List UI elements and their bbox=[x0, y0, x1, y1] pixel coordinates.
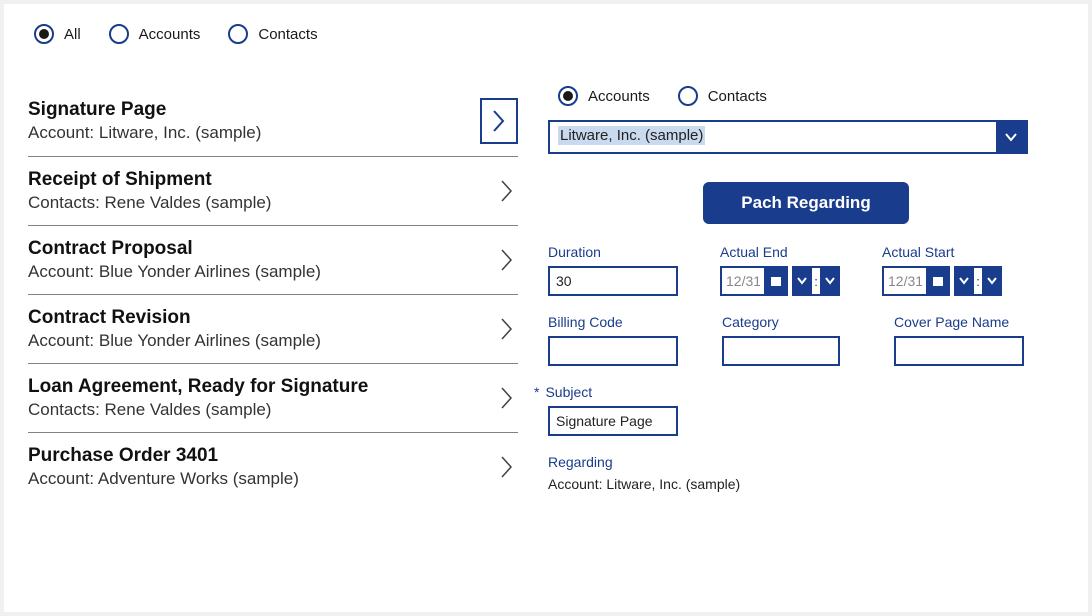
list-item-text: Receipt of Shipment Contacts: Rene Valde… bbox=[28, 169, 271, 213]
date-group: : bbox=[882, 266, 1002, 296]
duration-input[interactable] bbox=[548, 266, 678, 296]
dropdown-value: Litware, Inc. (sample) bbox=[550, 122, 996, 152]
actual-start-date-input[interactable] bbox=[882, 266, 926, 296]
billing-code-input[interactable] bbox=[548, 336, 678, 366]
app-root: All Accounts Contacts Signature Page Acc… bbox=[4, 4, 1088, 612]
radio-icon bbox=[109, 24, 129, 44]
detail-filter-accounts[interactable]: Accounts bbox=[558, 86, 650, 106]
list-item-title: Purchase Order 3401 bbox=[28, 445, 299, 467]
detail-filter-contacts[interactable]: Contacts bbox=[678, 86, 767, 106]
list-item-sub: Account: Litware, Inc. (sample) bbox=[28, 123, 261, 143]
filter-label: Accounts bbox=[588, 88, 650, 105]
list-item-sub: Contacts: Rene Valdes (sample) bbox=[28, 193, 271, 213]
dropdown-selected-text: Litware, Inc. (sample) bbox=[558, 126, 705, 145]
billing-code-field: Billing Code bbox=[548, 314, 678, 366]
list-item-sub: Account: Blue Yonder Airlines (sample) bbox=[28, 262, 321, 282]
regarding-value: Account: Litware, Inc. (sample) bbox=[548, 476, 1064, 492]
account-dropdown[interactable]: Litware, Inc. (sample) bbox=[548, 120, 1028, 154]
list-item-sub: Account: Blue Yonder Airlines (sample) bbox=[28, 331, 321, 351]
category-input[interactable] bbox=[722, 336, 840, 366]
list-item[interactable]: Loan Agreement, Ready for Signature Cont… bbox=[28, 364, 518, 433]
chevron-right-icon[interactable] bbox=[480, 98, 518, 144]
detail-pane: Accounts Contacts Litware, Inc. (sample)… bbox=[548, 86, 1064, 501]
minute-select[interactable] bbox=[982, 266, 1002, 296]
chevron-right-icon bbox=[496, 176, 518, 206]
filter-label: Accounts bbox=[139, 26, 201, 43]
radio-icon bbox=[678, 86, 698, 106]
cover-page-name-field: Cover Page Name bbox=[894, 314, 1024, 366]
chevron-right-icon bbox=[496, 383, 518, 413]
category-field: Category bbox=[722, 314, 840, 366]
field-label: Actual End bbox=[720, 244, 840, 260]
calendar-icon[interactable] bbox=[764, 266, 788, 296]
fields-row-2: Billing Code Category Cover Page Name bbox=[548, 314, 1064, 366]
radio-icon bbox=[228, 24, 248, 44]
list-item-sub: Account: Adventure Works (sample) bbox=[28, 469, 299, 489]
fields-row-1: Duration Actual End : bbox=[548, 244, 1064, 296]
list-item-text: Signature Page Account: Litware, Inc. (s… bbox=[28, 99, 261, 143]
chevron-right-icon bbox=[496, 452, 518, 482]
list-item-title: Receipt of Shipment bbox=[28, 169, 271, 191]
list-item[interactable]: Receipt of Shipment Contacts: Rene Valde… bbox=[28, 157, 518, 226]
time-separator: : bbox=[974, 266, 982, 296]
field-label: Duration bbox=[548, 244, 678, 260]
time-separator: : bbox=[812, 266, 820, 296]
list-item-text: Contract Revision Account: Blue Yonder A… bbox=[28, 307, 321, 351]
filter-all[interactable]: All bbox=[34, 24, 81, 44]
hour-select[interactable] bbox=[954, 266, 974, 296]
list-item-title: Contract Revision bbox=[28, 307, 321, 329]
list-item[interactable]: Contract Revision Account: Blue Yonder A… bbox=[28, 295, 518, 364]
field-label: Billing Code bbox=[548, 314, 678, 330]
top-filter: All Accounts Contacts bbox=[34, 24, 1064, 44]
field-label: Subject bbox=[534, 384, 678, 400]
field-label: Regarding bbox=[548, 454, 1064, 470]
chevron-down-icon[interactable] bbox=[996, 122, 1026, 152]
actual-end-date-input[interactable] bbox=[720, 266, 764, 296]
subject-input[interactable] bbox=[548, 406, 678, 436]
filter-label: All bbox=[64, 26, 81, 43]
list-item[interactable]: Signature Page Account: Litware, Inc. (s… bbox=[28, 86, 518, 157]
list-item-title: Loan Agreement, Ready for Signature bbox=[28, 376, 368, 398]
actual-end-field: Actual End : bbox=[720, 244, 840, 296]
chevron-right-icon bbox=[496, 314, 518, 344]
field-label: Actual Start bbox=[882, 244, 1002, 260]
field-label: Cover Page Name bbox=[894, 314, 1024, 330]
cover-page-name-input[interactable] bbox=[894, 336, 1024, 366]
date-group: : bbox=[720, 266, 840, 296]
chevron-right-icon bbox=[496, 245, 518, 275]
actual-start-field: Actual Start : bbox=[882, 244, 1002, 296]
minute-select[interactable] bbox=[820, 266, 840, 296]
list-item-title: Contract Proposal bbox=[28, 238, 321, 260]
filter-accounts[interactable]: Accounts bbox=[109, 24, 201, 44]
list-pane: Signature Page Account: Litware, Inc. (s… bbox=[28, 86, 518, 501]
list-item[interactable]: Contract Proposal Account: Blue Yonder A… bbox=[28, 226, 518, 295]
list-item[interactable]: Purchase Order 3401 Account: Adventure W… bbox=[28, 433, 518, 501]
list-item-sub: Contacts: Rene Valdes (sample) bbox=[28, 400, 368, 420]
field-label: Category bbox=[722, 314, 840, 330]
list-item-text: Purchase Order 3401 Account: Adventure W… bbox=[28, 445, 299, 489]
subject-field: Subject bbox=[534, 384, 678, 436]
filter-contacts[interactable]: Contacts bbox=[228, 24, 317, 44]
fields-row-3: Subject bbox=[534, 384, 1064, 436]
detail-filter: Accounts Contacts bbox=[558, 86, 1064, 106]
filter-label: Contacts bbox=[708, 88, 767, 105]
list-item-text: Loan Agreement, Ready for Signature Cont… bbox=[28, 376, 368, 420]
regarding-block: Regarding Account: Litware, Inc. (sample… bbox=[548, 454, 1064, 492]
list-item-title: Signature Page bbox=[28, 99, 261, 121]
list-item-text: Contract Proposal Account: Blue Yonder A… bbox=[28, 238, 321, 282]
pach-regarding-button[interactable]: Pach Regarding bbox=[703, 182, 908, 224]
radio-icon bbox=[34, 24, 54, 44]
hour-select[interactable] bbox=[792, 266, 812, 296]
main: Signature Page Account: Litware, Inc. (s… bbox=[28, 86, 1064, 501]
radio-icon bbox=[558, 86, 578, 106]
filter-label: Contacts bbox=[258, 26, 317, 43]
calendar-icon[interactable] bbox=[926, 266, 950, 296]
duration-field: Duration bbox=[548, 244, 678, 296]
